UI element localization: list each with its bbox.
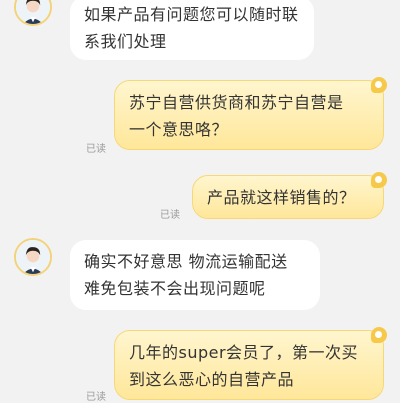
agent-avatar-icon[interactable] [14, 238, 52, 276]
chat-message-user: 产品就这样销售的？ [192, 172, 387, 219]
agent-avatar-icon[interactable] [14, 0, 52, 26]
read-status: 已读 [160, 210, 180, 221]
message-text-line: 确实不好意思 物流运输配送 [84, 252, 288, 271]
read-status: 已读 [86, 392, 106, 403]
read-status: 已读 [86, 144, 106, 155]
chat-message-user: 苏宁自营供货商和苏宁自营是 一个意思咯？ [114, 77, 387, 150]
speech-badge-icon [371, 172, 387, 188]
message-text-line: 难免包装不会出现问题呢 [84, 279, 266, 298]
message-text-line: 系我们处理 [84, 32, 167, 51]
message-text-line: 到这么恶心的自营产品 [129, 370, 295, 389]
message-text-line: 如果产品有问题您可以随时联 [84, 5, 299, 24]
speech-badge-icon [371, 327, 387, 343]
message-text-line: 几年的super会员了，第一次买 [129, 343, 359, 362]
message-text-line: 苏宁自营供货商和苏宁自营是 [129, 93, 344, 112]
chat-message-agent: 确实不好意思 物流运输配送 难免包装不会出现问题呢 [70, 240, 320, 310]
message-text-line: 产品就这样销售的？ [207, 188, 356, 207]
speech-badge-icon [371, 77, 387, 93]
chat-message-user: 几年的super会员了，第一次买 到这么恶心的自营产品 [114, 327, 387, 400]
chat-message-agent: 如果产品有问题您可以随时联 系我们处理 [70, 0, 314, 60]
message-text-line: 一个意思咯？ [129, 120, 229, 139]
